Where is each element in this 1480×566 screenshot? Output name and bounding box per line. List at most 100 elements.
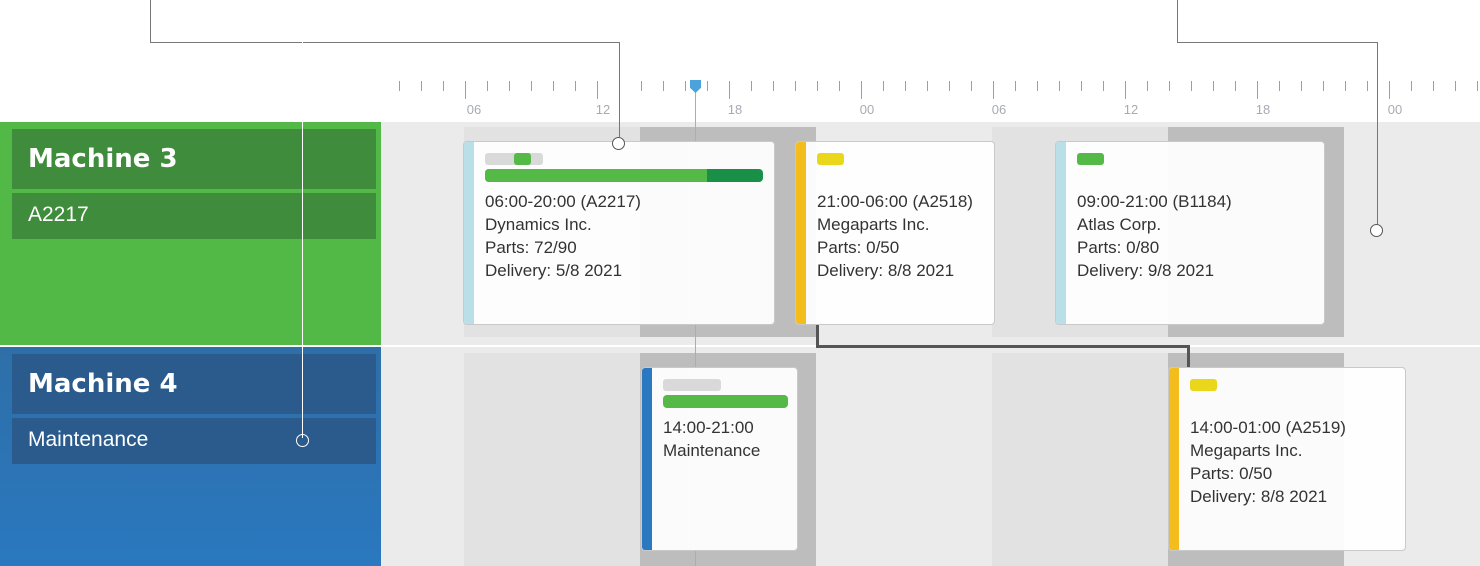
ruler-tick [1213,81,1214,91]
ruler-tick [1455,81,1456,91]
ruler-tick [1015,81,1016,91]
task-customer: Megaparts Inc. [1190,441,1303,460]
task-time: 09:00-21:00 (B1184) [1077,192,1232,211]
ruler-tick [641,81,642,91]
ruler-tick [1367,81,1368,91]
ruler-tick [399,81,400,91]
ruler-tick [1345,81,1346,91]
progress-fill [663,395,788,408]
resource-name: Machine 3 [12,129,376,189]
ruler-tick [1389,81,1390,99]
resource-status: Maintenance [12,418,376,464]
task-parts: Parts: 0/50 [817,238,900,257]
task-time: 14:00-21:00 [663,418,754,437]
ruler-tick [751,81,752,91]
ruler-tick [663,81,664,91]
ruler-tick [487,81,488,91]
task-time: 21:00-06:00 (A2518) [817,192,973,211]
ruler-tick [1235,81,1236,91]
task-delivery: Delivery: 8/8 2021 [1190,487,1328,506]
resource-machine-3[interactable]: Machine 3 A2217 [0,122,381,345]
task-card-a2519[interactable]: 14:00-01:00 (A2519) Megaparts Inc. Parts… [1168,367,1406,551]
ruler-tick [1323,81,1324,91]
ruler-tick [905,81,906,91]
ruler-tick [465,81,466,99]
ruler-tick [1169,81,1170,91]
ruler-tick [971,81,972,91]
task-stripe [1056,142,1066,324]
ruler-tick [443,81,444,91]
hour-label-2: 12 [595,102,611,117]
task-customer: Megaparts Inc. [817,215,930,234]
ruler-tick [1103,81,1104,91]
ruler-tick [1477,81,1478,91]
ruler-tick [993,81,994,99]
ruler-tick [1301,81,1302,91]
callout-line [150,0,151,42]
status-chip [1190,379,1217,391]
ruler-tick [597,81,598,99]
hour-label-8: 00 [1387,102,1403,117]
task-stripe [796,142,806,324]
task-customer: Dynamics Inc. [485,215,592,234]
ruler-tick [795,81,796,91]
ruler-tick [1037,81,1038,91]
task-time: 14:00-01:00 (A2519) [1190,418,1346,437]
task-card-b1184[interactable]: 09:00-21:00 (B1184) Atlas Corp. Parts: 0… [1055,141,1325,325]
dependency-line [1187,345,1190,368]
resource-status: A2217 [12,193,376,239]
ruler-tick [949,81,950,91]
callout-line [302,42,303,438]
ruler-tick [1411,81,1412,91]
callout-line [1377,42,1378,224]
task-delivery: Delivery: 5/8 2021 [485,261,623,280]
task-parts: Parts: 72/90 [485,238,577,257]
timeline-ruler [381,78,1480,118]
ruler-tick [1125,81,1126,99]
resource-machine-4[interactable]: Machine 4 Maintenance [0,347,381,566]
ruler-tick [729,81,730,99]
ruler-tick [883,81,884,91]
hour-label-5: 06 [991,102,1007,117]
task-customer: Atlas Corp. [1077,215,1162,234]
progress-fill [485,169,708,182]
status-chip [817,153,844,165]
ruler-tick [575,81,576,91]
callout-line [1177,42,1377,43]
hour-label-7: 18 [1255,102,1271,117]
task-card-a2217[interactable]: 06:00-20:00 (A2217) Dynamics Inc. Parts:… [463,141,775,325]
ruler-tick [1147,81,1148,91]
callout-line [150,42,619,43]
hour-label-6: 12 [1123,102,1139,117]
resource-name: Machine 4 [12,354,376,414]
task-delivery: Delivery: 8/8 2021 [817,261,955,280]
hour-label-1: 06 [466,102,482,117]
ruler-tick [421,81,422,91]
callout-circle [612,137,625,150]
task-card-a2518[interactable]: 21:00-06:00 (A2518) Megaparts Inc. Parts… [795,141,995,325]
callout-line [619,42,620,137]
ruler-tick [1081,81,1082,91]
task-customer: Maintenance [663,441,761,460]
dependency-line [816,324,819,347]
task-card-maintenance[interactable]: 14:00-21:00 Maintenance [641,367,798,551]
ruler-tick [509,81,510,91]
task-parts: Parts: 0/80 [1077,238,1160,257]
progress-bar [485,169,763,182]
ruler-tick [707,81,708,91]
task-stripe [464,142,474,324]
task-stripe [1169,368,1179,550]
task-stripe [642,368,652,550]
task-parts: Parts: 0/50 [1190,464,1273,483]
hour-label-4: 00 [859,102,875,117]
ruler-tick [1433,81,1434,91]
ruler-tick [1257,81,1258,99]
hour-label-3: 18 [727,102,743,117]
callout-circle [296,434,309,447]
shift-block [464,353,640,566]
ruler-tick [861,81,862,99]
ruler-tick [1059,81,1060,91]
ruler-tick [927,81,928,91]
dependency-line [816,345,1190,348]
ruler-tick [773,81,774,91]
